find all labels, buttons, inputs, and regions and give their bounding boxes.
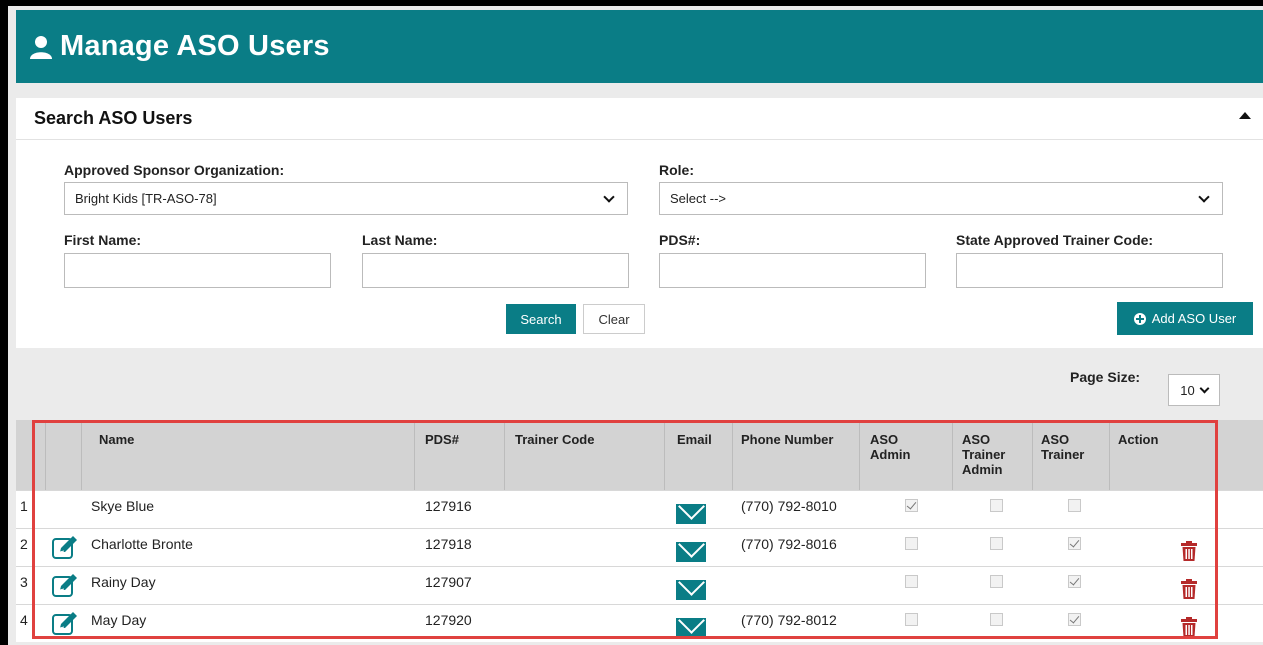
page-header: Manage ASO Users [16, 10, 1263, 83]
aso-admin-checkbox[interactable] [905, 499, 918, 512]
trash-icon[interactable] [1181, 617, 1197, 637]
trainer-code-input[interactable] [956, 253, 1223, 288]
pds-label: PDS#: [659, 232, 701, 248]
trainer-code-label: State Approved Trainer Code: [956, 232, 1154, 248]
col-aso-trainer-admin[interactable]: ASO Trainer Admin [962, 420, 1017, 477]
col-trainer-code[interactable]: Trainer Code [515, 420, 594, 447]
last-name-input[interactable] [362, 253, 629, 288]
table-row: 3 Rainy Day 127907 [16, 566, 1263, 604]
search-panel-header[interactable]: Search ASO Users [16, 98, 1263, 140]
role-label: Role: [659, 162, 694, 178]
app-frame: Manage ASO Users Search ASO Users Approv… [8, 6, 1263, 645]
email-icon[interactable] [676, 504, 706, 524]
table-row: 1 Skye Blue 127916 (770) 792-8010 [16, 490, 1263, 528]
aso-admin-checkbox[interactable] [905, 613, 918, 626]
col-name[interactable]: Name [99, 420, 134, 447]
add-aso-user-button[interactable]: Add ASO User [1117, 302, 1253, 335]
email-icon[interactable] [676, 580, 706, 600]
user-icon [28, 34, 54, 60]
user-phone: (770) 792-8012 [741, 612, 837, 628]
chevron-down-icon [603, 190, 615, 203]
first-name-label: First Name: [64, 232, 142, 248]
user-pds: 127916 [425, 498, 472, 514]
user-name: Rainy Day [91, 574, 156, 590]
col-pds[interactable]: PDS# [425, 420, 459, 447]
trash-icon[interactable] [1181, 579, 1197, 599]
row-number: 2 [20, 536, 28, 552]
user-name: Charlotte Bronte [91, 536, 193, 552]
table-row: 2 Charlotte Bronte 127918 (770) 792-8016 [16, 528, 1263, 566]
search-panel: Search ASO Users Approved Sponsor Organi… [16, 98, 1263, 348]
table-header: Name PDS# Trainer Code Email Phone Numbe… [16, 420, 1263, 490]
email-icon[interactable] [676, 618, 706, 638]
user-pds: 127920 [425, 612, 472, 628]
search-panel-title: Search ASO Users [34, 108, 193, 128]
row-number: 4 [20, 612, 28, 628]
aso-trainer-admin-checkbox[interactable] [990, 499, 1003, 512]
user-phone: (770) 792-8016 [741, 536, 837, 552]
user-phone: (770) 792-8010 [741, 498, 837, 514]
page-title: Manage ASO Users [60, 30, 330, 62]
user-pds: 127918 [425, 536, 472, 552]
aso-admin-checkbox[interactable] [905, 537, 918, 550]
clear-button[interactable]: Clear [583, 304, 645, 334]
aso-trainer-admin-checkbox[interactable] [990, 575, 1003, 588]
aso-trainer-checkbox[interactable] [1068, 537, 1081, 550]
aso-select[interactable]: Bright Kids [TR-ASO-78] [64, 182, 628, 215]
row-number: 3 [20, 574, 28, 590]
aso-trainer-checkbox[interactable] [1068, 575, 1081, 588]
chevron-down-icon [1199, 383, 1210, 393]
search-button[interactable]: Search [506, 304, 576, 334]
chevron-down-icon [1198, 190, 1210, 203]
role-select-value: Select --> [670, 191, 726, 206]
first-name-input[interactable] [64, 253, 331, 288]
edit-icon[interactable] [52, 535, 77, 559]
user-pds: 127907 [425, 574, 472, 590]
user-name: May Day [91, 612, 147, 628]
aso-trainer-admin-checkbox[interactable] [990, 537, 1003, 550]
aso-trainer-admin-checkbox[interactable] [990, 613, 1003, 626]
aso-admin-checkbox[interactable] [905, 575, 918, 588]
last-name-label: Last Name: [362, 232, 438, 248]
page-size-label: Page Size: [1070, 369, 1141, 385]
aso-label: Approved Sponsor Organization: [64, 162, 285, 178]
email-icon[interactable] [676, 542, 706, 562]
aso-select-value: Bright Kids [TR-ASO-78] [75, 191, 217, 206]
edit-icon[interactable] [52, 573, 77, 597]
user-name: Skye Blue [91, 498, 155, 514]
col-phone[interactable]: Phone Number [741, 420, 833, 447]
collapse-icon[interactable] [1239, 112, 1251, 119]
aso-trainer-checkbox[interactable] [1068, 613, 1081, 626]
page-size-value: 10 [1180, 382, 1195, 398]
col-email: Email [677, 432, 712, 447]
col-aso-admin[interactable]: ASO Admin [870, 420, 920, 462]
col-action: Action [1118, 432, 1159, 447]
aso-trainer-checkbox[interactable] [1068, 499, 1081, 512]
plus-circle-icon [1133, 312, 1146, 325]
page-size-select[interactable]: 10 [1168, 374, 1220, 406]
pds-input[interactable] [659, 253, 926, 288]
row-number: 1 [20, 498, 28, 514]
col-aso-trainer[interactable]: ASO Trainer [1041, 420, 1096, 462]
trash-icon[interactable] [1181, 541, 1197, 561]
role-select[interactable]: Select --> [659, 182, 1223, 215]
edit-icon[interactable] [52, 611, 77, 635]
table-row: 4 May Day 127920 (770) 792-8012 [16, 604, 1263, 642]
add-aso-user-label: Add ASO User [1151, 311, 1237, 326]
